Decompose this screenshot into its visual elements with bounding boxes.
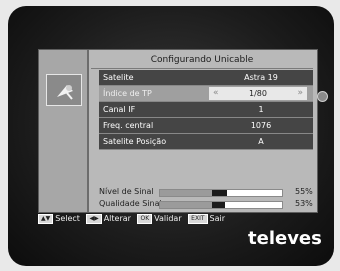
row-canal-if[interactable]: Canal IF 1: [99, 102, 313, 118]
row-label: Satelite Posição: [103, 137, 167, 146]
row-value: 1076: [250, 121, 272, 130]
help-bar: ▲▼ Select ◀▶ Alterar OK Validar EXIT Sair: [38, 213, 318, 225]
row-label: Índice de TP: [103, 89, 152, 98]
help-validate-label: Validar: [154, 214, 182, 223]
ok-key-icon: OK: [137, 213, 153, 224]
signal-quality-bar: [159, 201, 283, 209]
row-indice-tp[interactable]: Índice de TP « 1/80 »: [99, 86, 313, 102]
ok-icon: [317, 91, 328, 102]
bar-track: [160, 190, 212, 196]
row-value-text: 1/80: [249, 89, 267, 98]
configuration-panel: Configurando Unicable Satelite Astra 19 …: [38, 49, 328, 213]
panel-title: Configurando Unicable: [91, 52, 313, 69]
row-label: Freq. central: [103, 121, 154, 130]
signal-quality-meter: Qualidade Sinal 53%: [99, 198, 315, 209]
row-label: Canal IF: [103, 105, 136, 114]
help-exit-label: Sair: [209, 214, 226, 223]
chevron-right-icon[interactable]: »: [297, 87, 303, 100]
exit-key-icon: EXIT: [188, 213, 208, 224]
left-right-key-icon: ◀▶: [86, 213, 102, 224]
row-value: A: [258, 137, 264, 146]
help-alter-label: Alterar: [103, 214, 131, 223]
row-value: 1: [258, 105, 264, 114]
meter-percent: 55%: [295, 187, 313, 196]
signal-level-bar: [159, 189, 283, 197]
bar-track: [160, 202, 212, 208]
signal-quality-fill: [212, 202, 225, 208]
meter-percent: 53%: [295, 199, 313, 208]
signal-level-meter: Nível de Sinal 55%: [99, 186, 315, 197]
tv-screen: Configurando Unicable Satelite Astra 19 …: [8, 6, 334, 266]
row-value: « 1/80 »: [209, 87, 307, 100]
chevron-left-icon[interactable]: «: [213, 87, 219, 100]
sidebar: [39, 50, 89, 212]
row-satelite[interactable]: Satelite Astra 19: [99, 70, 313, 86]
up-down-key-icon: ▲▼: [38, 213, 54, 224]
row-freq-central[interactable]: Freq. central 1076: [99, 118, 313, 134]
signal-level-fill: [212, 190, 227, 196]
satellite-dish-icon: [46, 74, 82, 106]
meter-label: Nível de Sinal: [99, 187, 154, 196]
help-select-label: Select: [55, 214, 80, 223]
meter-label: Qualidade Sinal: [99, 199, 162, 208]
row-label: Satelite: [103, 73, 134, 82]
row-satelite-posicao[interactable]: Satelite Posição A: [99, 134, 313, 150]
row-value: Astra 19: [244, 73, 278, 82]
brand-logo: televes: [248, 228, 322, 249]
